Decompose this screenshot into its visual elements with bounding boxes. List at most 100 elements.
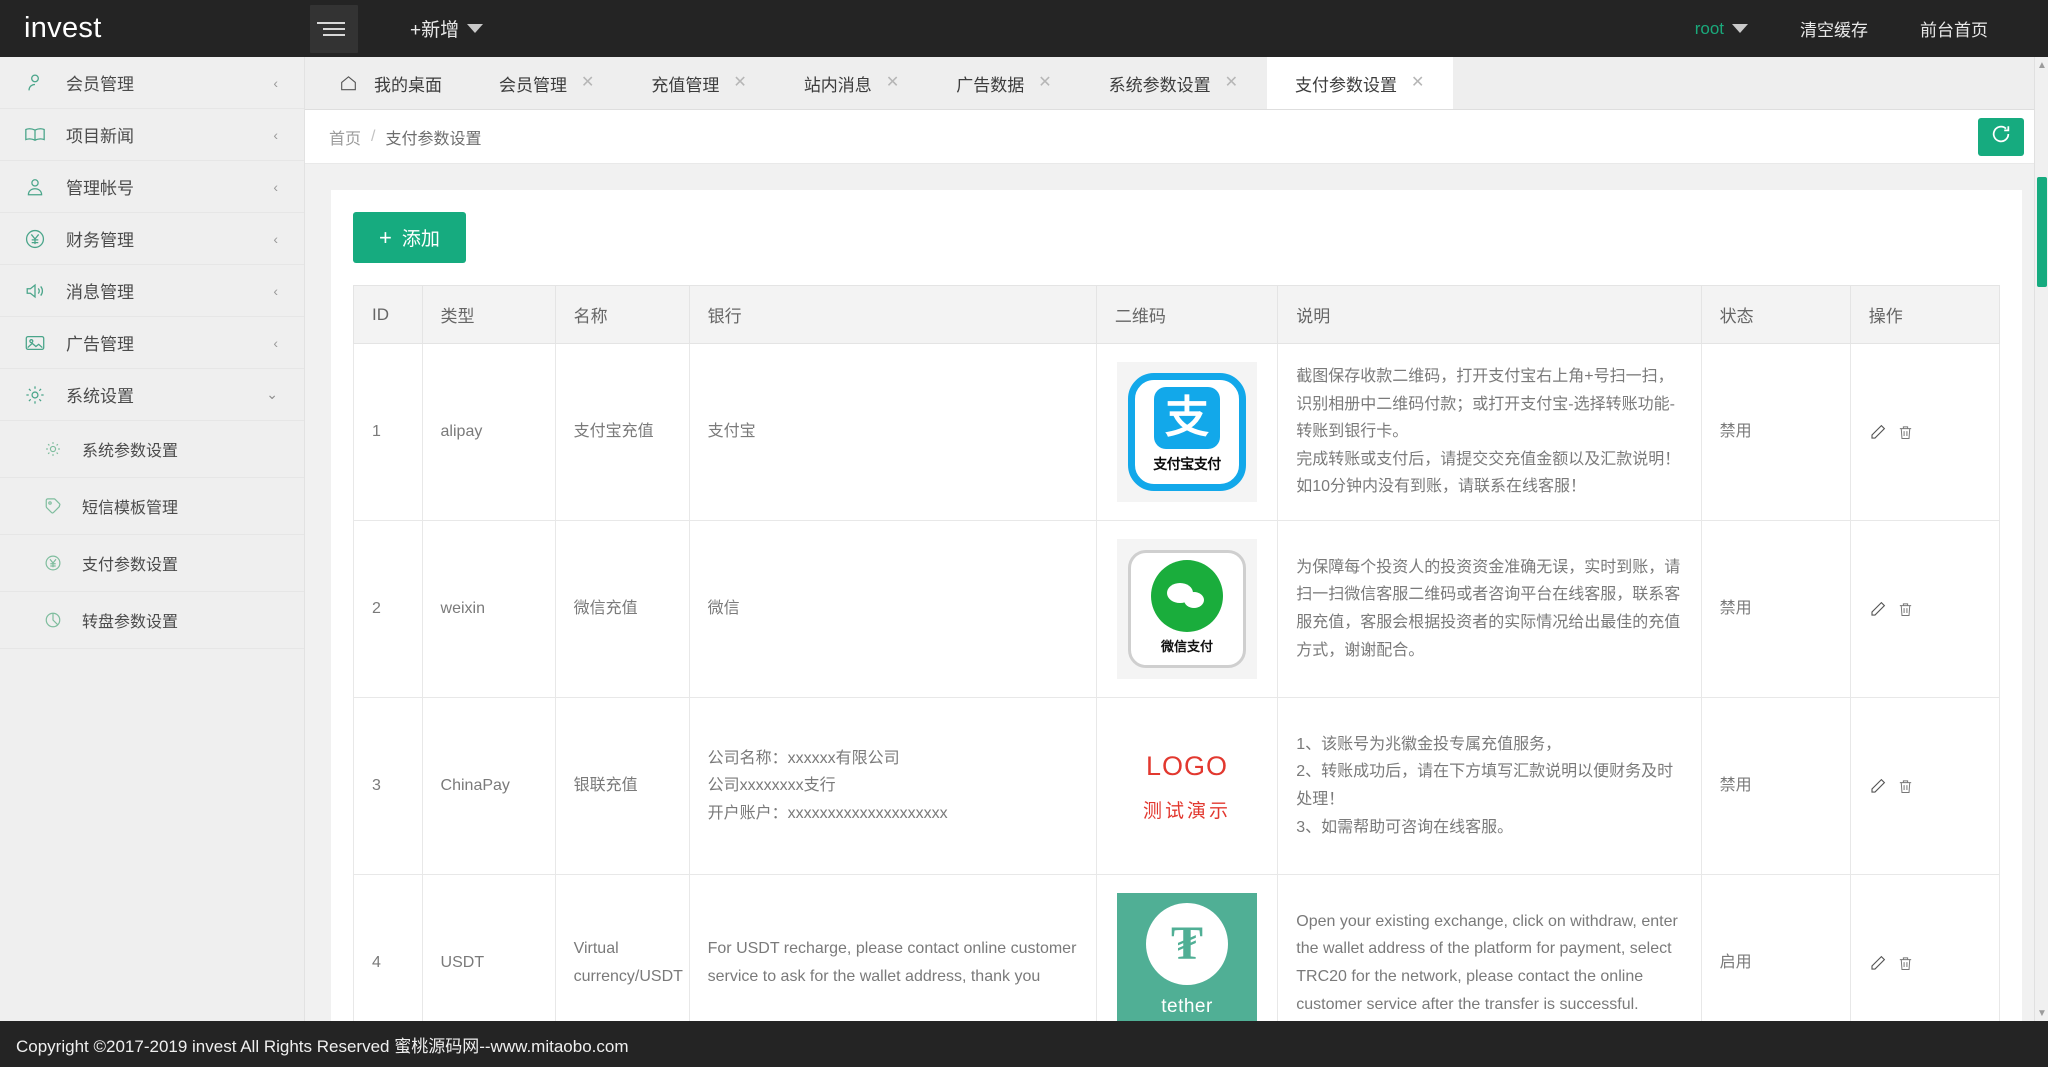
cell-status: 禁用 — [1701, 698, 1850, 875]
user-menu[interactable]: root — [1669, 0, 1774, 57]
weixin-qr-image: 微信支付 — [1117, 539, 1257, 679]
image-icon — [24, 332, 54, 354]
cell-description: 1、该账号为兆徽金投专属充值服务， 2、转账成功后，请在下方填写汇款说明以便财务… — [1278, 698, 1701, 875]
cell-qrcode: LOGO 测试演示 — [1096, 698, 1277, 875]
table-row: 1 alipay 支付宝充值 支付宝 支 支付宝支付 — [354, 344, 2000, 521]
home-icon — [339, 74, 358, 93]
chevron-left-icon: ‹ — [273, 231, 278, 247]
delete-icon[interactable] — [1897, 601, 1914, 618]
edit-icon[interactable] — [1869, 777, 1887, 795]
cell-name: 支付宝充值 — [555, 344, 689, 521]
sidebar-toggle-icon[interactable] — [310, 5, 358, 53]
table-row: 4 USDT Virtual currency/USDT For USDT re… — [354, 875, 2000, 1022]
cell-type: weixin — [422, 521, 555, 698]
breadcrumb-current: 支付参数设置 — [385, 125, 481, 149]
chevron-down-icon — [1732, 24, 1748, 33]
tab-payment-params[interactable]: 支付参数设置 ✕ — [1267, 57, 1453, 109]
clear-cache-button[interactable]: 清空缓存 — [1774, 0, 1894, 57]
delete-icon[interactable] — [1897, 778, 1914, 795]
cell-name: Virtual currency/USDT — [555, 875, 689, 1022]
cell-name: 微信充值 — [555, 521, 689, 698]
alipay-caption: 支付宝支付 — [1153, 452, 1221, 476]
front-home-label: 前台首页 — [1920, 16, 1988, 41]
close-icon[interactable]: ✕ — [733, 75, 746, 91]
close-icon[interactable]: ✕ — [581, 75, 594, 91]
scrollbar-thumb[interactable] — [2037, 177, 2047, 287]
breadcrumb-home[interactable]: 首页 — [329, 125, 361, 149]
close-icon[interactable]: ✕ — [886, 75, 899, 91]
sidebar-item-label: 广告管理 — [54, 330, 273, 355]
chevron-down-icon — [467, 24, 483, 33]
sidebar-item-label: 会员管理 — [54, 70, 273, 95]
close-icon[interactable]: ✕ — [1411, 75, 1424, 91]
sidebar-item-finance[interactable]: 财务管理 ‹ — [0, 213, 304, 265]
cell-operations — [1850, 344, 1999, 521]
scroll-down-icon[interactable]: ▼ — [2035, 1005, 2048, 1021]
front-home-link[interactable]: 前台首页 — [1894, 0, 2014, 57]
table-header-row: ID 类型 名称 银行 二维码 说明 状态 操作 — [354, 286, 2000, 344]
sidebar-item-messages[interactable]: 消息管理 ‹ — [0, 265, 304, 317]
new-add-menu[interactable]: +新增 — [410, 15, 483, 42]
delete-icon[interactable] — [1897, 955, 1914, 972]
breadcrumb: 首页 / 支付参数设置 — [305, 110, 2048, 164]
edit-icon[interactable] — [1869, 954, 1887, 972]
user-shield-icon — [24, 176, 54, 198]
sidebar-item-advertising[interactable]: 广告管理 ‹ — [0, 317, 304, 369]
gear-icon — [44, 440, 70, 458]
new-add-label: +新增 — [410, 15, 459, 42]
tab-member-management[interactable]: 会员管理 ✕ — [471, 57, 623, 109]
edit-icon[interactable] — [1869, 423, 1887, 441]
delete-icon[interactable] — [1897, 424, 1914, 441]
alipay-qr-image: 支 支付宝支付 — [1117, 362, 1257, 502]
chevron-down-icon: ⌄ — [266, 386, 278, 403]
tab-system-params[interactable]: 系统参数设置 ✕ — [1081, 57, 1267, 109]
column-header-qrcode: 二维码 — [1096, 286, 1277, 344]
sidebar-item-admin-accounts[interactable]: 管理帐号 ‹ — [0, 161, 304, 213]
sidebar-subitem-payment-params[interactable]: 支付参数设置 — [0, 535, 304, 592]
edit-icon[interactable] — [1869, 600, 1887, 618]
tab-recharge-management[interactable]: 充值管理 ✕ — [623, 57, 775, 109]
cell-qrcode: ₮ tether — [1096, 875, 1277, 1022]
tab-site-messages[interactable]: 站内消息 ✕ — [776, 57, 928, 109]
cell-description: 截图保存收款二维码，打开支付宝右上角+号扫一扫，识别相册中二维码付款；或打开支付… — [1278, 344, 1701, 521]
footer: Copyright ©2017-2019 invest All Rights R… — [0, 1021, 2048, 1067]
sidebar: 会员管理 ‹ 项目新闻 ‹ 管理帐号 ‹ — [0, 57, 305, 1067]
cell-bank: 支付宝 — [689, 344, 1096, 521]
logo-line2: 测试演示 — [1143, 796, 1231, 829]
refresh-button[interactable] — [1978, 118, 2024, 156]
add-button-label: 添加 — [402, 224, 440, 251]
column-header-type: 类型 — [422, 286, 555, 344]
sidebar-item-members[interactable]: 会员管理 ‹ — [0, 57, 304, 109]
cell-operations — [1850, 875, 1999, 1022]
sidebar-item-project-news[interactable]: 项目新闻 ‹ — [0, 109, 304, 161]
sidebar-subitem-sms-templates[interactable]: 短信模板管理 — [0, 478, 304, 535]
scroll-up-icon[interactable]: ▲ — [2035, 57, 2048, 73]
tab-label: 站内消息 — [804, 71, 872, 96]
column-header-bank: 银行 — [689, 286, 1096, 344]
add-button[interactable]: + 添加 — [353, 212, 466, 263]
sidebar-subitem-system-params[interactable]: 系统参数设置 — [0, 421, 304, 478]
close-icon[interactable]: ✕ — [1038, 75, 1051, 91]
sidebar-item-label: 管理帐号 — [54, 174, 273, 199]
tab-ad-data[interactable]: 广告数据 ✕ — [928, 57, 1080, 109]
column-header-id: ID — [354, 286, 423, 344]
payment-params-table: ID 类型 名称 银行 二维码 说明 状态 操作 1 — [353, 285, 2000, 1021]
cell-qrcode: 微信支付 — [1096, 521, 1277, 698]
wheel-icon — [44, 611, 70, 629]
close-icon[interactable]: ✕ — [1225, 75, 1238, 91]
user-icon — [24, 72, 54, 94]
sidebar-subitem-wheel-params[interactable]: 转盘参数设置 — [0, 592, 304, 649]
chevron-left-icon: ‹ — [273, 283, 278, 299]
user-menu-label: root — [1695, 19, 1724, 39]
column-header-status: 状态 — [1701, 286, 1850, 344]
tab-label: 系统参数设置 — [1109, 71, 1211, 96]
cell-type: USDT — [422, 875, 555, 1022]
tab-label: 充值管理 — [651, 71, 719, 96]
sidebar-item-system-settings[interactable]: 系统设置 ⌄ — [0, 369, 304, 421]
speaker-icon — [24, 280, 54, 302]
tab-my-desktop[interactable]: 我的桌面 — [311, 57, 471, 109]
yen-circle-icon — [44, 554, 70, 572]
vertical-scrollbar[interactable]: ▲ ▼ — [2034, 57, 2048, 1021]
cell-status: 禁用 — [1701, 521, 1850, 698]
sidebar-subitem-label: 短信模板管理 — [70, 494, 178, 518]
